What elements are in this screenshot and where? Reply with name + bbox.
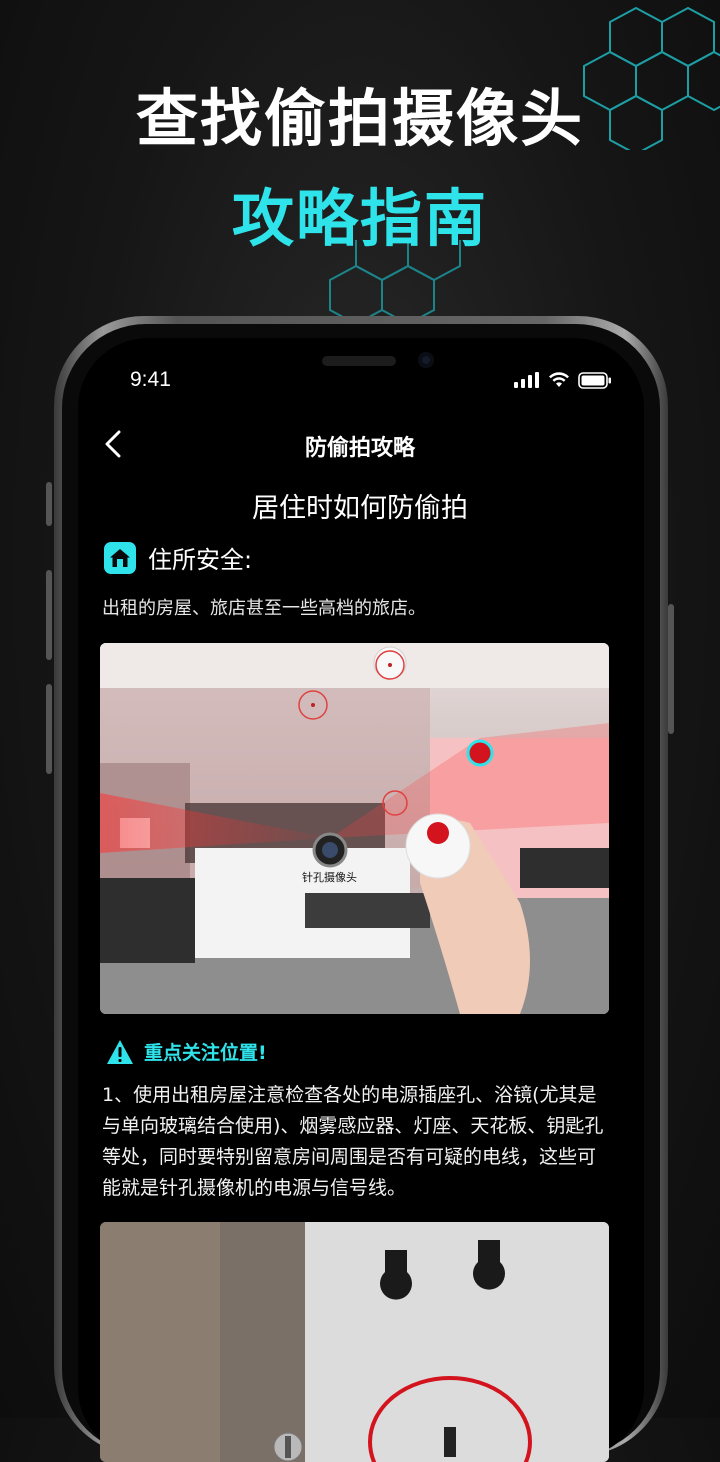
front-camera <box>418 352 434 368</box>
pinhole-camera-label: 针孔摄像头 <box>302 871 357 884</box>
home-icon <box>104 541 136 574</box>
warning-header: 重点关注位置! <box>106 1038 267 1065</box>
earpiece-speaker <box>322 356 396 366</box>
phone-side-button-volume-down <box>46 684 52 774</box>
status-icons <box>514 370 612 390</box>
article-description: 出租的房屋、旅店甚至一些高档的旅店。 <box>102 598 426 619</box>
article-title: 居住时如何防偷拍 <box>252 493 468 524</box>
hotel-room-image: 针孔摄像头 <box>100 643 609 1014</box>
wifi-icon <box>549 372 569 387</box>
power-socket-image <box>100 1222 609 1462</box>
section-label: 住所安全: <box>148 546 253 574</box>
phone-side-button-volume-up <box>46 570 52 660</box>
phone-side-button-power <box>668 604 674 734</box>
signal-icon <box>514 372 539 388</box>
article-body: 1、使用出租房屋注意检查各处的电源插座孔、浴镜(尤其是与单向玻璃结合使用)、烟雾… <box>102 1084 604 1199</box>
status-time: 9:41 <box>130 368 171 391</box>
promo-title-line1: 查找偷拍摄像头 <box>135 82 584 155</box>
warning-triangle-icon <box>107 1039 133 1064</box>
warning-label: 重点关注位置! <box>144 1042 267 1064</box>
nav-title: 防偷拍攻略 <box>304 436 415 461</box>
section-header: 住所安全: <box>104 540 252 575</box>
battery-icon <box>578 371 611 389</box>
promo-title-line2: 攻略指南 <box>231 182 488 255</box>
